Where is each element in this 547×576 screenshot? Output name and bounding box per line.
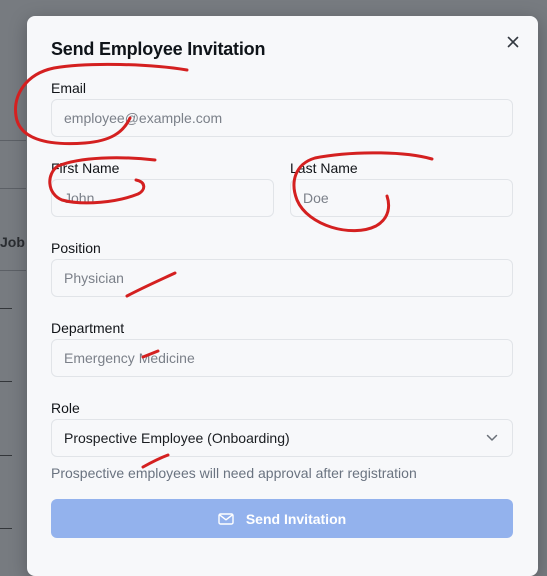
role-selected-value: Prospective Employee (Onboarding)	[64, 430, 290, 446]
background-column-header: Job	[0, 234, 25, 250]
email-label: Email	[51, 80, 87, 96]
role-hint: Prospective employees will need approval…	[51, 465, 417, 481]
email-field[interactable]: employee@example.com	[51, 99, 513, 137]
position-label: Position	[51, 240, 101, 256]
send-invitation-button[interactable]: Send Invitation	[51, 499, 513, 538]
background-row-dash	[0, 455, 12, 456]
background-divider	[0, 270, 26, 271]
close-button[interactable]	[503, 32, 523, 52]
chevron-down-icon	[486, 434, 498, 441]
first-name-label: First Name	[51, 160, 120, 176]
last-name-label: Last Name	[290, 160, 358, 176]
invitation-dialog: Send Employee Invitation Email employee@…	[27, 16, 538, 576]
close-icon	[507, 36, 519, 48]
mail-icon	[218, 512, 234, 525]
role-label: Role	[51, 400, 80, 416]
send-invitation-label: Send Invitation	[245, 510, 347, 527]
background-row-dash	[0, 528, 12, 529]
background-divider	[0, 140, 26, 141]
last-name-field[interactable]: Doe	[290, 179, 513, 217]
background-divider	[0, 188, 26, 189]
role-select[interactable]: Prospective Employee (Onboarding)	[51, 419, 513, 457]
first-name-field[interactable]: John	[51, 179, 274, 217]
background-row-dash	[0, 308, 12, 309]
dialog-title: Send Employee Invitation	[51, 39, 266, 59]
position-field[interactable]: Physician	[51, 259, 513, 297]
background-row-dash	[0, 381, 12, 382]
department-field[interactable]: Emergency Medicine	[51, 339, 513, 377]
department-label: Department	[51, 320, 125, 336]
